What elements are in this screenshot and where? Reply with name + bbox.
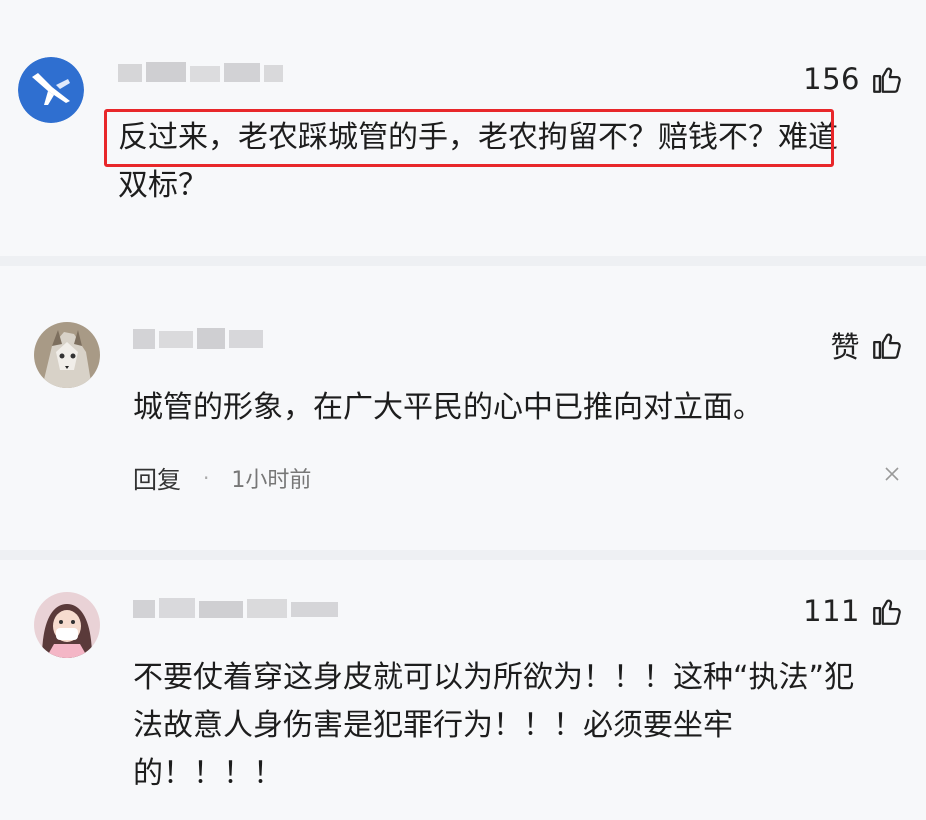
username-blurred[interactable] <box>133 596 338 622</box>
comment-item-1: 156 反过来，老农踩城管的手，老农拘留不？赔钱不？难道 双标？ <box>0 0 926 256</box>
username-blurred[interactable] <box>118 60 283 86</box>
username-blurred[interactable] <box>133 326 263 352</box>
comment-meta: 回复 · 1小时前 <box>133 460 311 495</box>
like-count: 156 <box>803 62 860 96</box>
like-label: 赞 <box>830 330 860 364</box>
like-button[interactable]: 赞 <box>830 324 904 366</box>
comment-text: 不要仗着穿这身皮就可以为所欲为！！！这种“执法”犯 法故意人身伤害是犯罪行为！！… <box>133 660 855 791</box>
highlight-box <box>104 109 834 167</box>
comment-item-3: 111 不要仗着穿这身皮就可以为所欲为！！！这种“执法”犯 法故意人身伤害是犯罪… <box>0 560 926 820</box>
comment-item-2: 赞 城管的形象，在广大平民的心中已推向对立面。 <box>0 266 926 550</box>
like-button[interactable]: 156 <box>803 62 904 96</box>
like-count: 111 <box>803 594 860 628</box>
thumb-up-icon <box>873 333 901 359</box>
divider <box>0 550 926 560</box>
timestamp: 1小时前 <box>231 467 312 493</box>
divider <box>0 256 926 266</box>
comment-feed: 156 反过来，老农踩城管的手，老农拘留不？赔钱不？难道 双标？ 赞 城管的形象… <box>0 0 926 820</box>
reply-button[interactable]: 回复 <box>133 460 181 495</box>
comment-text: 城管的形象，在广大平民的心中已推向对立面。 <box>133 390 763 425</box>
separator-dot: · <box>203 465 210 490</box>
avatar[interactable] <box>18 57 84 123</box>
thumb-up-icon <box>873 67 901 93</box>
close-icon[interactable] <box>884 466 900 482</box>
like-button[interactable]: 111 <box>803 594 904 628</box>
jet-avatar-icon <box>18 57 84 123</box>
avatar[interactable] <box>34 322 100 388</box>
thumb-up-icon <box>873 599 901 625</box>
avatar[interactable] <box>34 592 100 658</box>
